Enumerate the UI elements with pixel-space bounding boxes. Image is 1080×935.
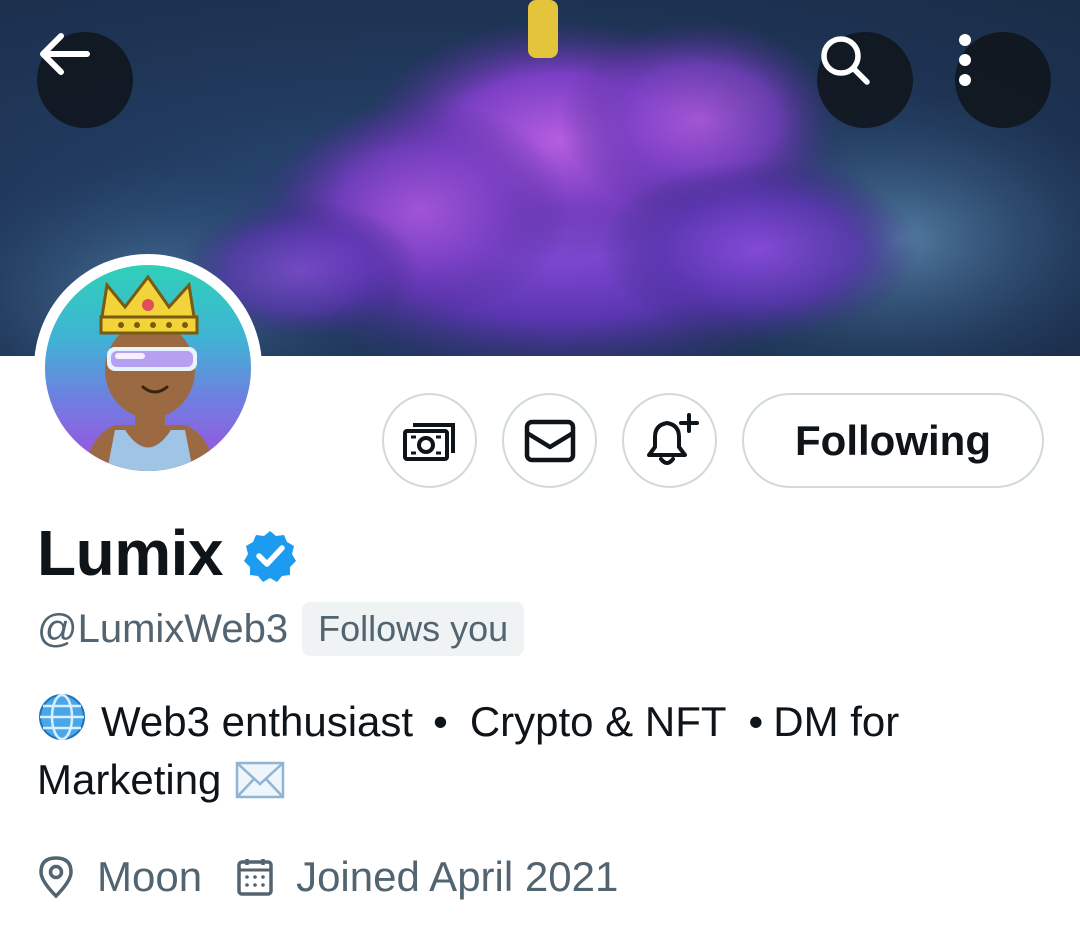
profile-bio: Web3 enthusiast • Crypto & NFT • DM for Mark…: [37, 692, 1047, 809]
joined-text: Joined April 2021: [296, 853, 619, 900]
avatar-image: [45, 265, 251, 471]
message-button[interactable]: [502, 393, 597, 488]
calendar-icon: [237, 859, 273, 896]
notifications-button[interactable]: [622, 393, 717, 488]
display-name: Lumix: [37, 517, 223, 589]
bio-part-2: Crypto & NFT: [469, 698, 727, 745]
money-icon: [402, 422, 455, 461]
search-icon: [821, 36, 870, 85]
location-item: Moon: [37, 848, 202, 906]
arrow-left-icon: [40, 33, 90, 75]
profile-meta: Moon Joined April 2021: [37, 848, 618, 906]
joined-item: Joined April 2021: [236, 848, 618, 906]
bell-plus-icon: [646, 412, 699, 465]
bio-separator-2: •: [748, 698, 764, 745]
envelope-icon: [524, 419, 575, 462]
profile-avatar[interactable]: [34, 254, 262, 482]
envelope-emoji-icon: [236, 761, 285, 799]
follows-you-badge: Follows you: [302, 602, 525, 656]
search-button[interactable]: [817, 32, 913, 128]
verified-badge-icon[interactable]: [243, 529, 297, 583]
back-button[interactable]: [37, 32, 133, 128]
tip-button[interactable]: [382, 393, 477, 488]
following-button[interactable]: Following: [742, 393, 1044, 488]
location-pin-icon: [39, 856, 73, 899]
handle-row: @LumixWeb3 Follows you: [37, 600, 525, 658]
more-options-button[interactable]: [955, 32, 1051, 128]
name-row: Lumix: [37, 515, 297, 591]
profile-handle: @LumixWeb3: [37, 607, 289, 651]
more-vertical-icon: [959, 34, 971, 86]
bio-part-1: Web3 enthusiast: [101, 698, 414, 745]
globe-icon: [39, 693, 85, 741]
bio-separator-1: •: [433, 698, 448, 745]
location-text: Moon: [97, 853, 203, 900]
